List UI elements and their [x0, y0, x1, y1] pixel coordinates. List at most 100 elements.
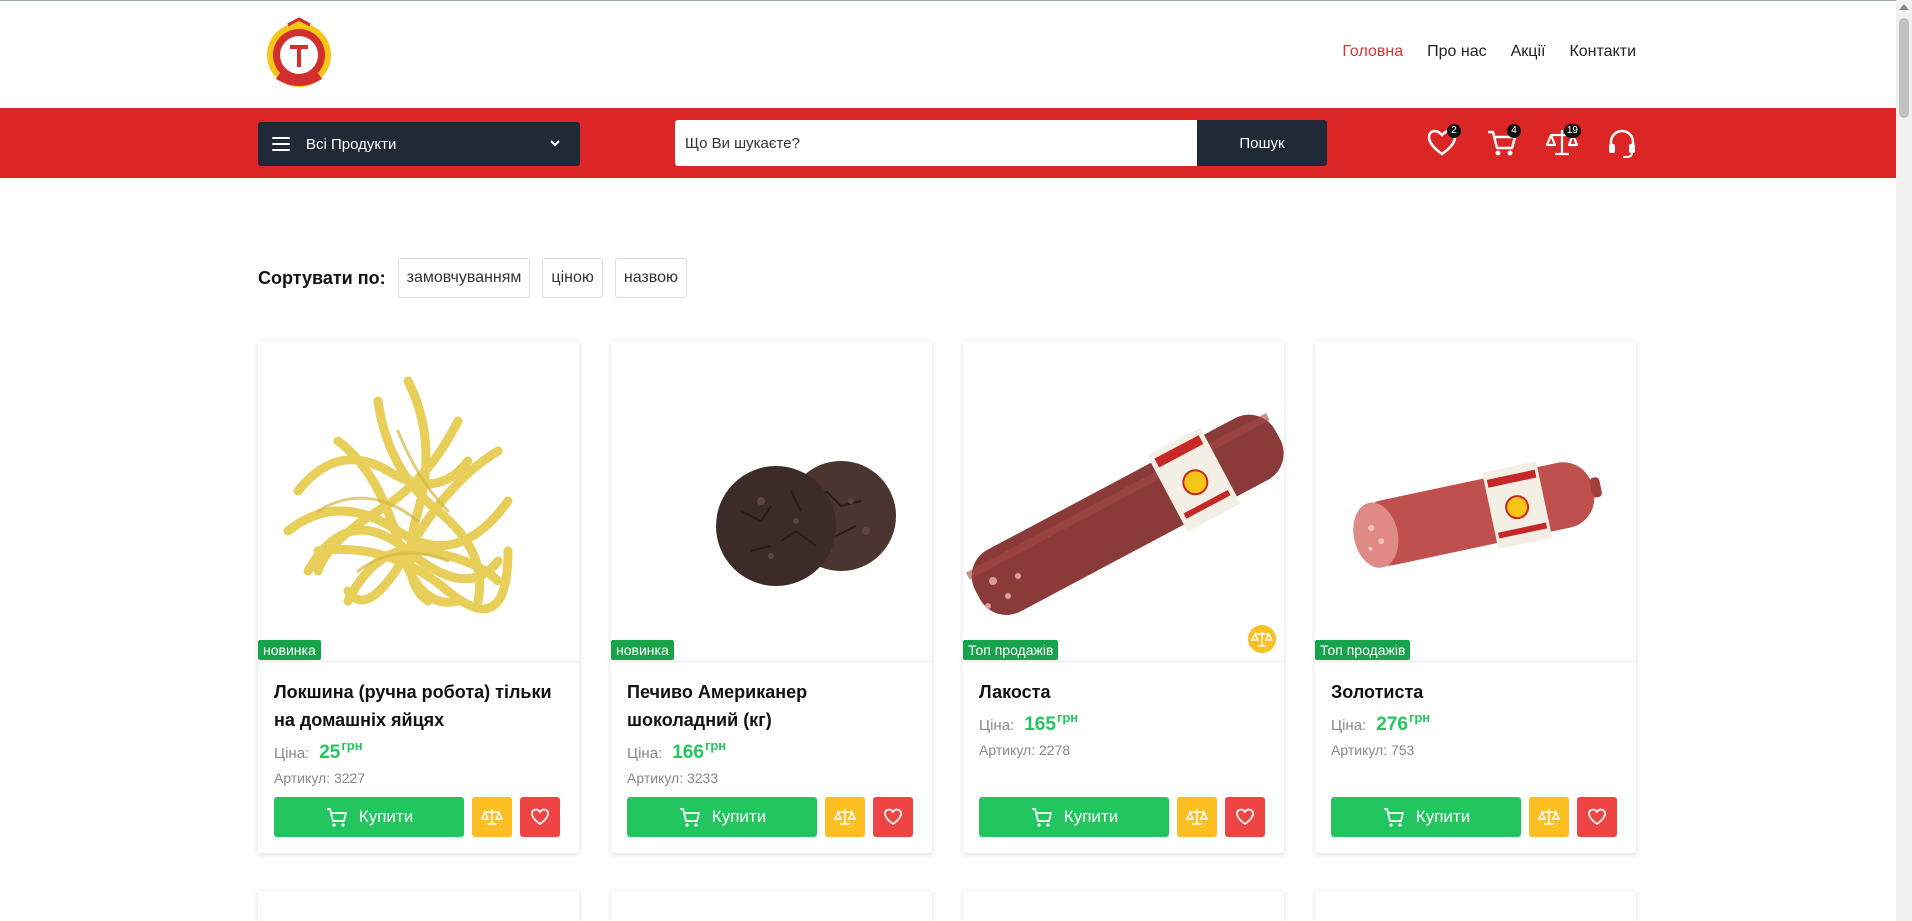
product-sku: Артикул: 3227: [274, 770, 366, 786]
product-card-partial[interactable]: [1315, 891, 1636, 921]
buy-button[interactable]: Купити: [627, 797, 817, 837]
heart-icon: [884, 808, 902, 826]
search-input[interactable]: [675, 120, 1197, 166]
scrollbar-thumb[interactable]: [1899, 18, 1909, 118]
nav-home[interactable]: Головна: [1342, 43, 1403, 61]
logo-emblem-icon: [267, 17, 331, 87]
product-tag: Топ продажів: [963, 640, 1059, 660]
price-currency: грн: [341, 738, 363, 753]
cart-count: 4: [1507, 124, 1521, 138]
product-image[interactable]: [258, 341, 579, 661]
buy-button[interactable]: Купити: [1331, 797, 1521, 837]
product-tag: новинка: [258, 640, 321, 660]
price-value: 165: [1024, 714, 1056, 735]
nav-contacts[interactable]: Контакти: [1569, 43, 1636, 61]
chevron-down-icon: [550, 140, 560, 147]
logo[interactable]: [258, 17, 340, 93]
search-button[interactable]: Пошук: [1197, 120, 1327, 166]
product-card[interactable]: Топ продажів Золотиста Ціна: 276 грн Арт…: [1315, 341, 1636, 853]
price-value: 25: [319, 742, 341, 763]
scroll-up-icon[interactable]: [1899, 4, 1909, 10]
page: Головна Про нас Акції Контакти Всі Проду…: [0, 0, 1896, 921]
buy-label: Купити: [1063, 807, 1119, 826]
category-label: Всі Продукти: [306, 135, 397, 153]
cart-icon: [1031, 808, 1052, 827]
sort-label: Сортувати по:: [258, 267, 386, 288]
product-tag: Топ продажів: [1315, 640, 1411, 660]
buy-button[interactable]: Купити: [979, 797, 1169, 837]
product-title[interactable]: Локшина (ручна робота) тільки на домашні…: [274, 678, 563, 734]
sort-bar: Сортувати по: замовчуванням ціною назвою: [258, 258, 699, 298]
product-card[interactable]: Топ продажів Лакоста Ціна: 165 грн Артик…: [963, 341, 1284, 853]
heart-icon: [531, 808, 549, 826]
heart-icon: [1588, 808, 1606, 826]
compare-button[interactable]: [1529, 797, 1569, 837]
favorite-button[interactable]: [873, 797, 913, 837]
favorite-button[interactable]: [1577, 797, 1617, 837]
sausage-short-image: [1353, 461, 1602, 568]
sort-price-button[interactable]: ціною: [542, 258, 603, 298]
product-image[interactable]: [1315, 341, 1636, 661]
price-label: Ціна:: [274, 745, 310, 762]
nav-about[interactable]: Про нас: [1427, 43, 1486, 61]
compare-button[interactable]: 19: [1545, 124, 1581, 162]
product-card-partial[interactable]: [258, 891, 579, 921]
scales-icon: [481, 809, 503, 825]
favorite-button[interactable]: [1225, 797, 1265, 837]
buy-label: Купити: [1415, 807, 1471, 826]
price-currency: грн: [1408, 710, 1431, 725]
scrollbar[interactable]: [1896, 0, 1912, 921]
product-price: Ціна: 25 грн: [274, 738, 563, 764]
product-card-partial[interactable]: [611, 891, 932, 921]
main-nav: Головна Про нас Акції Контакти: [1342, 43, 1636, 61]
cart-icon: [326, 808, 347, 827]
toolbar: Всі Продукти Пошук 2 4: [0, 108, 1896, 178]
scales-icon: [1250, 632, 1274, 647]
sort-default-button[interactable]: замовчуванням: [397, 258, 531, 298]
compare-count: 19: [1563, 124, 1581, 138]
noodles-image: [283, 376, 513, 614]
price-value: 166: [672, 742, 704, 763]
price-label: Ціна:: [1331, 717, 1367, 734]
heart-icon: [1236, 808, 1254, 826]
product-title[interactable]: Печиво Американер шоколадний (кг): [627, 678, 916, 734]
compare-button[interactable]: [472, 797, 512, 837]
header-icons: 2 4 19: [1425, 124, 1641, 162]
price-label: Ціна:: [627, 745, 663, 762]
product-image[interactable]: [963, 341, 1284, 661]
sort-name-button[interactable]: назвою: [614, 258, 687, 298]
product-image[interactable]: [611, 341, 932, 661]
favorites-count: 2: [1447, 124, 1461, 138]
buy-label: Купити: [711, 807, 767, 826]
compared-badge: [1248, 625, 1276, 653]
product-title[interactable]: Золотиста: [1331, 678, 1620, 706]
compare-button[interactable]: [825, 797, 865, 837]
product-price: Ціна: 165 грн: [979, 710, 1268, 736]
product-sku: Артикул: 753: [1331, 742, 1415, 758]
scales-icon: [834, 809, 856, 825]
product-actions: Купити: [1331, 797, 1617, 837]
nav-promotions[interactable]: Акції: [1511, 43, 1546, 61]
favorite-button[interactable]: [520, 797, 560, 837]
scales-icon: [1538, 809, 1560, 825]
category-dropdown[interactable]: Всі Продукти: [258, 122, 580, 166]
product-tag: новинка: [611, 640, 674, 660]
product-actions: Купити: [979, 797, 1265, 837]
product-actions: Купити: [274, 797, 560, 837]
product-title[interactable]: Лакоста: [979, 678, 1268, 706]
product-card[interactable]: новинка Печиво Американер шоколадний (кг…: [611, 341, 932, 853]
buy-button[interactable]: Купити: [274, 797, 464, 837]
buy-label: Купити: [358, 807, 414, 826]
support-button[interactable]: [1605, 126, 1641, 162]
scales-icon: [1186, 809, 1208, 825]
cart-button[interactable]: 4: [1485, 124, 1521, 162]
compare-button[interactable]: [1177, 797, 1217, 837]
header: Головна Про нас Акції Контакти: [0, 1, 1896, 108]
product-card-partial[interactable]: [963, 891, 1284, 921]
menu-icon: [272, 137, 290, 151]
product-card[interactable]: новинка Локшина (ручна робота) тільки на…: [258, 341, 579, 853]
price-value: 276: [1376, 714, 1408, 735]
product-sku: Артикул: 3233: [627, 770, 719, 786]
favorites-button[interactable]: 2: [1425, 124, 1461, 162]
sausage-long-image: [965, 412, 1284, 615]
